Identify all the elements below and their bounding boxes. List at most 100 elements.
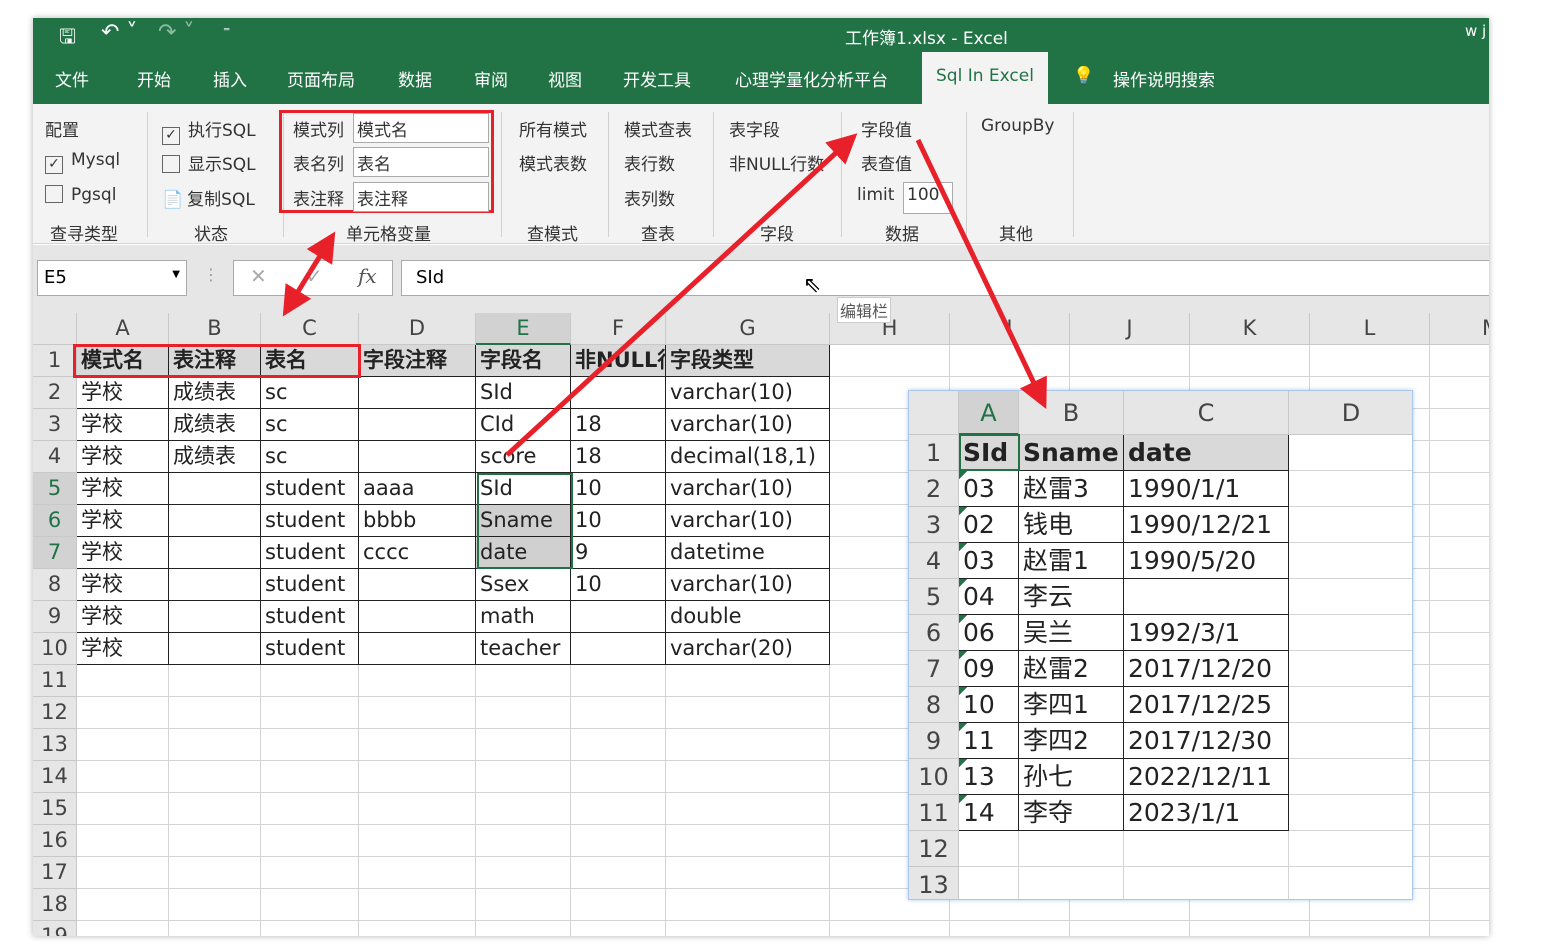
result-cell[interactable]: 14 xyxy=(959,795,1019,831)
empty-cell[interactable] xyxy=(959,867,1019,899)
empty-cell[interactable] xyxy=(1289,543,1412,579)
column-header-F[interactable]: F xyxy=(571,313,666,345)
row-header[interactable]: 2 xyxy=(909,471,959,507)
empty-cell[interactable] xyxy=(1430,441,1489,473)
table-cell[interactable]: teacher xyxy=(476,633,571,665)
empty-cell[interactable] xyxy=(950,921,1070,936)
table-cell[interactable]: 学校 xyxy=(77,441,169,473)
empty-cell[interactable] xyxy=(1289,795,1412,831)
empty-cell[interactable] xyxy=(261,889,359,921)
empty-cell[interactable] xyxy=(1430,601,1489,633)
table-cell[interactable] xyxy=(359,569,476,601)
empty-cell[interactable] xyxy=(1190,921,1310,936)
empty-cell[interactable] xyxy=(1289,615,1412,651)
empty-cell[interactable] xyxy=(77,665,169,697)
table-cell[interactable]: 字段名 xyxy=(476,345,571,377)
table-cell[interactable]: 成绩表 xyxy=(169,377,261,409)
result-cell[interactable]: 09 xyxy=(959,651,1019,687)
result-cell[interactable]: 1990/1/1 xyxy=(1124,471,1289,507)
empty-cell[interactable] xyxy=(666,665,830,697)
row-header[interactable]: 4 xyxy=(33,441,77,473)
empty-cell[interactable] xyxy=(1430,505,1489,537)
table-comment-input[interactable]: 表注释 xyxy=(353,182,489,212)
column-header-D[interactable]: D xyxy=(1289,391,1412,435)
tab-sql-in-excel[interactable]: Sql In Excel xyxy=(922,52,1048,104)
empty-cell[interactable] xyxy=(476,665,571,697)
table-cell[interactable] xyxy=(169,505,261,537)
result-cell[interactable]: 2017/12/20 xyxy=(1124,651,1289,687)
result-cell[interactable]: 1990/5/20 xyxy=(1124,543,1289,579)
table-cell[interactable]: student xyxy=(261,601,359,633)
empty-cell[interactable] xyxy=(1124,831,1289,867)
empty-cell[interactable] xyxy=(359,889,476,921)
empty-cell[interactable] xyxy=(1070,345,1190,377)
schema-tables-button[interactable]: 模式查表 xyxy=(624,116,692,141)
result-cell[interactable]: 10 xyxy=(959,687,1019,723)
result-cell[interactable]: 03 xyxy=(959,471,1019,507)
result-cell[interactable]: 04 xyxy=(959,579,1019,615)
table-cell[interactable]: 学校 xyxy=(77,377,169,409)
empty-cell[interactable] xyxy=(1289,867,1412,899)
table-cell[interactable]: 非NULL行数 xyxy=(571,345,666,377)
empty-cell[interactable] xyxy=(169,793,261,825)
table-cell[interactable]: varchar(10) xyxy=(666,377,830,409)
table-cell[interactable]: student xyxy=(261,537,359,569)
table-cell[interactable]: 学校 xyxy=(77,409,169,441)
empty-cell[interactable] xyxy=(261,921,359,936)
empty-cell[interactable] xyxy=(571,665,666,697)
empty-cell[interactable] xyxy=(77,857,169,889)
table-cell[interactable]: decimal(18,1) xyxy=(666,441,830,473)
empty-cell[interactable] xyxy=(571,761,666,793)
empty-cell[interactable] xyxy=(359,665,476,697)
row-header[interactable]: 8 xyxy=(33,569,77,601)
empty-cell[interactable] xyxy=(476,793,571,825)
row-header[interactable]: 10 xyxy=(909,759,959,795)
table-cell[interactable] xyxy=(359,377,476,409)
column-header-G[interactable]: G xyxy=(666,313,830,345)
undo-icon[interactable]: ↶ ˅ xyxy=(101,20,137,45)
table-fields-button[interactable]: 表字段 xyxy=(729,116,780,141)
result-cell[interactable]: date xyxy=(1124,435,1289,471)
table-cell[interactable]: 9 xyxy=(571,537,666,569)
row-header[interactable]: 19 xyxy=(33,921,77,936)
column-header-I[interactable]: I xyxy=(950,313,1070,345)
empty-cell[interactable] xyxy=(261,665,359,697)
result-cell[interactable]: 1990/12/21 xyxy=(1124,507,1289,543)
empty-cell[interactable] xyxy=(666,921,830,936)
table-cell[interactable] xyxy=(169,569,261,601)
row-header[interactable]: 9 xyxy=(33,601,77,633)
empty-cell[interactable] xyxy=(1289,579,1412,615)
empty-cell[interactable] xyxy=(77,761,169,793)
row-header[interactable]: 13 xyxy=(909,867,959,899)
table-cell[interactable]: 学校 xyxy=(77,601,169,633)
result-cell[interactable]: Sname xyxy=(1019,435,1124,471)
empty-cell[interactable] xyxy=(1289,651,1412,687)
empty-cell[interactable] xyxy=(261,697,359,729)
empty-cell[interactable] xyxy=(1430,921,1489,936)
empty-cell[interactable] xyxy=(666,825,830,857)
empty-cell[interactable] xyxy=(666,729,830,761)
all-schemas-button[interactable]: 所有模式 xyxy=(519,116,587,141)
empty-cell[interactable] xyxy=(359,921,476,936)
empty-cell[interactable] xyxy=(77,697,169,729)
table-cell[interactable]: 学校 xyxy=(77,633,169,665)
table-cell[interactable]: 字段类型 xyxy=(666,345,830,377)
result-cell[interactable]: 2017/12/25 xyxy=(1124,687,1289,723)
empty-cell[interactable] xyxy=(169,825,261,857)
column-header-L[interactable]: L xyxy=(1310,313,1430,345)
table-cell[interactable]: 10 xyxy=(571,505,666,537)
empty-cell[interactable] xyxy=(1019,831,1124,867)
tab-page-layout[interactable]: 页面布局 xyxy=(287,66,355,91)
empty-cell[interactable] xyxy=(169,761,261,793)
empty-cell[interactable] xyxy=(1430,345,1489,377)
empty-cell[interactable] xyxy=(1430,569,1489,601)
result-cell[interactable]: 李云 xyxy=(1019,579,1124,615)
row-header[interactable]: 16 xyxy=(33,825,77,857)
table-cell[interactable]: math xyxy=(476,601,571,633)
result-cell[interactable]: 13 xyxy=(959,759,1019,795)
table-lookup-button[interactable]: 表查值 xyxy=(861,150,912,175)
column-header-C[interactable]: C xyxy=(1124,391,1289,435)
table-cell[interactable]: varchar(10) xyxy=(666,505,830,537)
table-cell[interactable]: varchar(10) xyxy=(666,473,830,505)
column-header-J[interactable]: J xyxy=(1070,313,1190,345)
